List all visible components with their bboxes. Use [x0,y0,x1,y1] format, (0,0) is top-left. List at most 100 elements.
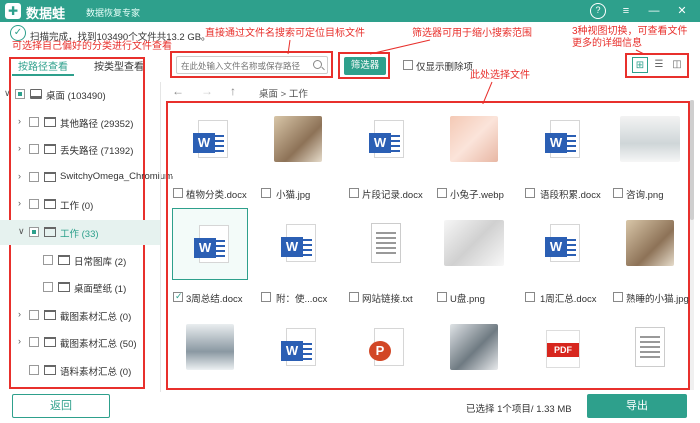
expand-right-icon[interactable]: › [18,309,28,319]
tree-checkbox[interactable] [29,337,39,348]
file-tile[interactable] [436,208,512,280]
file-tile[interactable]: W [172,208,248,280]
tree-item-label: 丢失路径 (71392) [60,146,134,158]
desktop-icon [30,89,42,99]
tree-item[interactable]: ∨ 工作 (33) [0,220,160,245]
word-file-icon: W [194,225,229,263]
tree-item-label: 其他路径 (29352) [60,118,134,130]
file-name: U盘.png [450,294,485,305]
file-checkbox[interactable] [613,292,623,302]
file-tile[interactable]: W [260,208,336,280]
file-tile[interactable]: PDF [524,312,600,384]
tree-item[interactable]: 日常图库 (2) [0,248,160,273]
forward-arrow-icon[interactable]: → [201,84,213,98]
file-tile[interactable] [348,208,424,280]
tree-item-label: 截图素材汇总 (50) [60,339,137,351]
expand-right-icon[interactable]: › [18,143,28,153]
file-name: 附：使...ocx [276,294,328,305]
tree-item[interactable]: ∨ 桌面 (103490) [0,82,160,107]
file-tile[interactable] [612,104,688,176]
tree-item[interactable]: › 截图素材汇总 (0) [0,303,160,328]
tree-checkbox[interactable] [43,282,53,293]
tree-item[interactable]: › 丢失路径 (71392) [0,137,160,162]
tree-item[interactable]: › SwitchyOmega_Chromium [0,165,173,190]
file-tile[interactable] [436,312,512,384]
search-icon[interactable] [313,60,322,69]
file-tile[interactable]: W [524,104,600,176]
file-name: 网站链接.txt [362,294,413,305]
file-checkbox[interactable] [173,291,183,302]
folder-icon [44,199,56,210]
expand-right-icon[interactable]: › [18,336,28,346]
tree-checkbox[interactable] [29,199,39,210]
expand-right-icon[interactable]: › [18,171,28,181]
file-tile[interactable] [260,104,336,176]
file-tile[interactable]: W [524,208,600,280]
tree-checkbox[interactable] [15,89,25,99]
file-checkbox[interactable] [261,292,271,302]
export-button[interactable]: 导出 [587,394,687,418]
expand-right-icon[interactable]: › [18,116,28,126]
file-checkbox[interactable] [261,188,271,198]
file-tile[interactable] [436,104,512,176]
tree-item[interactable]: › 工作 (0) [0,192,160,217]
file-tile[interactable]: W [172,104,248,176]
folder-icon [44,309,56,320]
file-name: 语段积累.docx [540,190,601,201]
tree-checkbox[interactable] [29,171,39,182]
detail-view-icon[interactable]: ◫ [669,57,685,73]
file-tile[interactable]: W [348,104,424,176]
list-view-icon[interactable]: ☰ [651,57,667,73]
file-checkbox[interactable] [525,292,535,302]
grid-scrollbar[interactable] [690,100,694,390]
image-thumbnail [620,116,680,162]
tree-checkbox[interactable] [29,309,39,320]
expand-right-icon[interactable]: › [18,198,28,208]
tree-checkbox[interactable] [29,227,39,237]
file-name: 片段记录.docx [362,190,423,201]
filter-button[interactable]: 筛选器 [344,57,386,75]
file-checkbox[interactable] [173,188,183,198]
expand-down-icon[interactable]: ∨ [4,88,14,99]
file-checkbox[interactable] [437,292,447,302]
powerpoint-file-icon: P [369,328,404,366]
file-checkbox[interactable] [613,188,623,198]
pdf-file-icon: PDF [546,330,580,368]
file-checkbox[interactable] [437,188,447,198]
tree-checkbox[interactable] [29,365,39,375]
scrollbar-thumb[interactable] [690,100,694,220]
tree-checkbox[interactable] [29,116,39,127]
expand-down-icon[interactable]: ∨ [18,226,28,237]
thumbnail-view-icon[interactable]: ⊞ [632,57,648,73]
folder-icon [44,365,56,375]
file-checkbox[interactable] [525,188,535,198]
back-button[interactable]: 返回 [12,394,110,418]
tree-item[interactable]: 语料素材汇总 (0) [0,358,160,383]
up-arrow-icon[interactable]: ↑ [230,84,236,98]
word-file-icon: W [281,328,316,366]
back-arrow-icon[interactable]: ← [172,84,184,98]
file-tile[interactable] [612,208,688,280]
search-input[interactable] [181,59,309,72]
file-tile[interactable] [612,312,688,384]
file-tile[interactable]: P [348,312,424,384]
ppt-letter: P [369,341,391,361]
file-name: 小兔子.webp [450,190,504,201]
tree-checkbox[interactable] [43,254,53,265]
show-deleted-label: 仅显示删除项 [416,62,474,73]
file-tile[interactable]: W [260,312,336,384]
tree-item[interactable]: › 截图素材汇总 (50) [0,330,160,355]
show-deleted-checkbox[interactable] [403,60,413,70]
breadcrumb: 桌面 > 工作 [259,89,308,100]
tree-item-label: 工作 (0) [60,201,94,213]
file-checkbox[interactable] [349,292,359,302]
tree-item-label: 工作 (33) [60,229,99,240]
text-file-icon [635,327,665,367]
word-letter: W [193,133,215,153]
tree-item-label: 截图素材汇总 (0) [60,311,132,323]
tree-item[interactable]: › 其他路径 (29352) [0,110,160,135]
tree-item[interactable]: 桌面壁纸 (1) [0,275,160,300]
file-tile[interactable] [172,312,248,384]
tree-checkbox[interactable] [29,144,39,155]
file-checkbox[interactable] [349,188,359,198]
